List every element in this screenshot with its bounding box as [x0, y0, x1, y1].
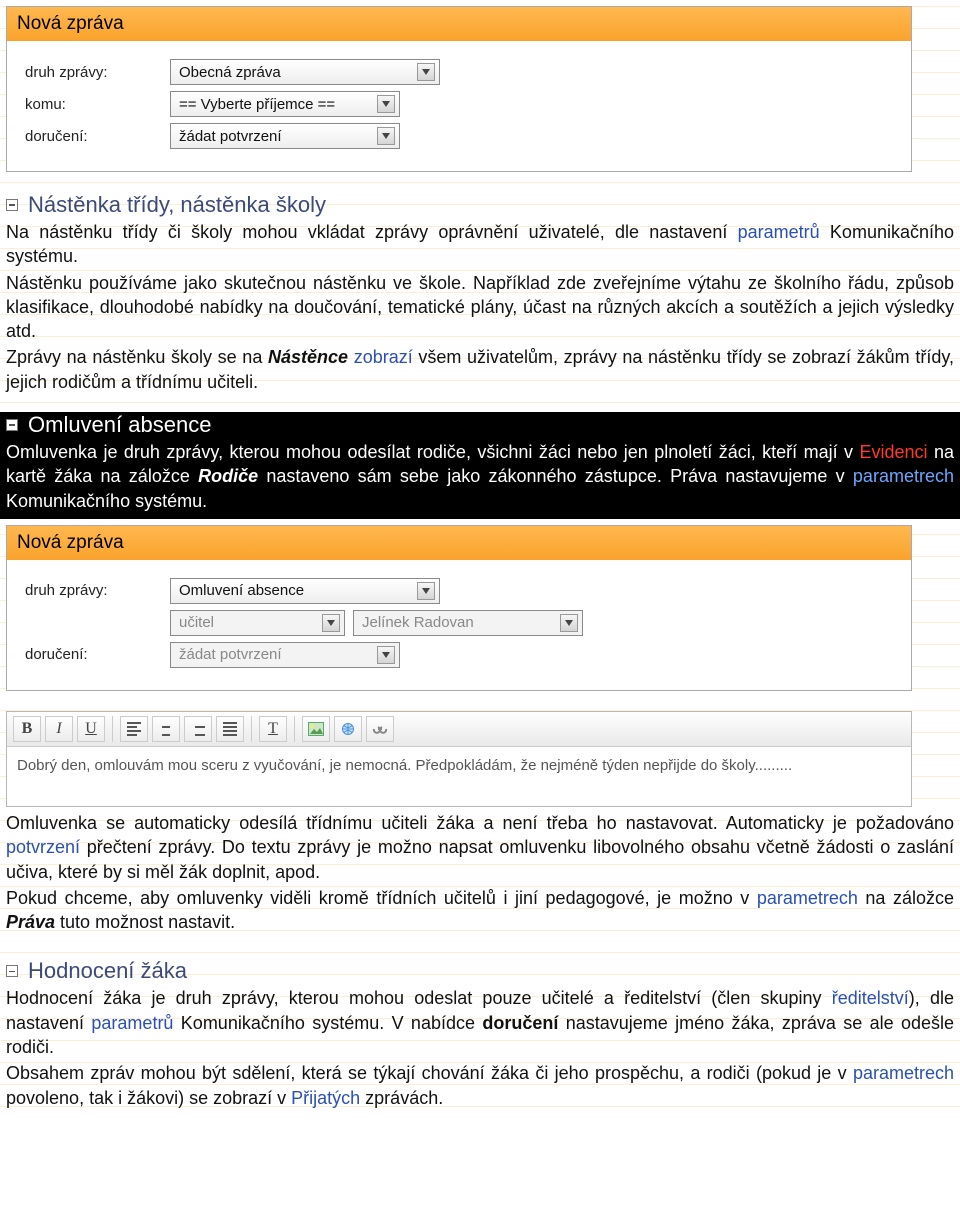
- para: Na nástěnku třídy či školy mohou vkládat…: [6, 220, 954, 269]
- separator: [294, 716, 295, 742]
- section-title: Hodnocení žáka: [28, 958, 187, 984]
- align-right-button[interactable]: [184, 716, 212, 742]
- druh-select[interactable]: Obecná zpráva: [170, 59, 440, 85]
- text-color-button[interactable]: T: [259, 716, 287, 742]
- link-potvrzeni[interactable]: potvrzení: [6, 837, 80, 857]
- link-button[interactable]: [334, 716, 362, 742]
- chevron-down-icon: [377, 127, 395, 145]
- doruceni-value: žádat potvrzení: [179, 128, 282, 145]
- chevron-down-icon: [377, 646, 395, 664]
- align-center-button[interactable]: [152, 716, 180, 742]
- bold-button[interactable]: B: [13, 716, 41, 742]
- image-button[interactable]: [302, 716, 330, 742]
- panel-title: Nová zpráva: [7, 526, 911, 560]
- doruceni-select[interactable]: žádat potvrzení: [170, 123, 400, 149]
- chevron-down-icon: [322, 614, 340, 632]
- teacher-name-value: Jelínek Radovan: [362, 614, 474, 631]
- link-parametrech[interactable]: parametrech: [757, 888, 858, 908]
- druh-value: Omluvení absence: [179, 582, 304, 599]
- chevron-down-icon: [377, 95, 395, 113]
- link-prijatych[interactable]: Přijatých: [291, 1088, 360, 1108]
- minus-icon: [6, 419, 18, 431]
- komu-label: komu:: [25, 96, 170, 113]
- ucitel-select: učitel: [170, 610, 345, 636]
- editor-textarea[interactable]: Dobrý den, omlouvám mou sceru z vyučován…: [6, 747, 912, 807]
- para: Pokud chceme, aby omluvenky viděli kromě…: [6, 886, 954, 935]
- doruceni-label: doručení:: [25, 646, 170, 663]
- minus-icon: [6, 965, 18, 977]
- druh-select[interactable]: Omluvení absence: [170, 578, 440, 604]
- link-parametru[interactable]: parametrů: [738, 222, 820, 242]
- para: Zprávy na nástěnku školy se na Nástěnce …: [6, 345, 954, 394]
- chevron-down-icon: [560, 614, 578, 632]
- doruceni-select: žádat potvrzení: [170, 642, 400, 668]
- link-parametru[interactable]: parametrů: [91, 1013, 173, 1033]
- section-title: Omluvení absence: [28, 412, 211, 438]
- italic-button[interactable]: I: [45, 716, 73, 742]
- doruceni-label: doručení:: [25, 128, 170, 145]
- new-message-panel-1: Nová zpráva druh zprávy: Obecná zpráva k…: [6, 6, 912, 172]
- rich-text-editor: B I U T Dobrý den, omlouvám mou sceru z …: [6, 711, 912, 807]
- druh-label: druh zprávy:: [25, 64, 170, 81]
- section-after-editor: Omluvenka se automaticky odesílá třídním…: [0, 811, 960, 934]
- align-left-button[interactable]: [120, 716, 148, 742]
- section-nastenka: Nástěnka třídy, nástěnka školy Na nástěn…: [0, 192, 960, 394]
- ucitel-value: učitel: [179, 614, 214, 631]
- komu-value: == Vyberte příjemce ==: [179, 96, 335, 113]
- editor-toolbar: B I U T: [6, 711, 912, 747]
- teacher-name-select: Jelínek Radovan: [353, 610, 583, 636]
- new-message-panel-2: Nová zpráva druh zprávy: Omluvení absenc…: [6, 525, 912, 691]
- underline-button[interactable]: U: [77, 716, 105, 742]
- section-title: Nástěnka třídy, nástěnka školy: [28, 192, 326, 218]
- link-parametrech[interactable]: parametrech: [853, 466, 954, 486]
- separator: [251, 716, 252, 742]
- minus-icon: [6, 199, 18, 211]
- doruceni-value: žádat potvrzení: [179, 646, 282, 663]
- chevron-down-icon: [417, 582, 435, 600]
- link-parametrech[interactable]: parametrech: [853, 1063, 954, 1083]
- link-reditelstvi[interactable]: ředitelství: [832, 988, 909, 1008]
- separator: [112, 716, 113, 742]
- komu-select[interactable]: == Vyberte příjemce ==: [170, 91, 400, 117]
- druh-label: druh zprávy:: [25, 582, 170, 599]
- panel-title: Nová zpráva: [7, 7, 911, 41]
- unlink-button[interactable]: [366, 716, 394, 742]
- para: Hodnocení žáka je druh zprávy, kterou mo…: [6, 986, 954, 1059]
- para: Omluvenka se automaticky odesílá třídním…: [6, 811, 954, 884]
- para: Obsahem zpráv mohou být sdělení, která s…: [6, 1061, 954, 1110]
- chevron-down-icon: [417, 63, 435, 81]
- align-justify-button[interactable]: [216, 716, 244, 742]
- section-omluveni: Omluvení absence Omluvenka je druh zpráv…: [0, 412, 960, 519]
- druh-value: Obecná zpráva: [179, 64, 281, 81]
- section-hodnoceni: Hodnocení žáka Hodnocení žáka je druh zp…: [0, 958, 960, 1109]
- para: Nástěnku používáme jako skutečnou nástěn…: [6, 271, 954, 344]
- para: Omluvenka je druh zprávy, kterou mohou o…: [6, 440, 954, 513]
- link-zobrazi[interactable]: zobrazí: [354, 347, 413, 367]
